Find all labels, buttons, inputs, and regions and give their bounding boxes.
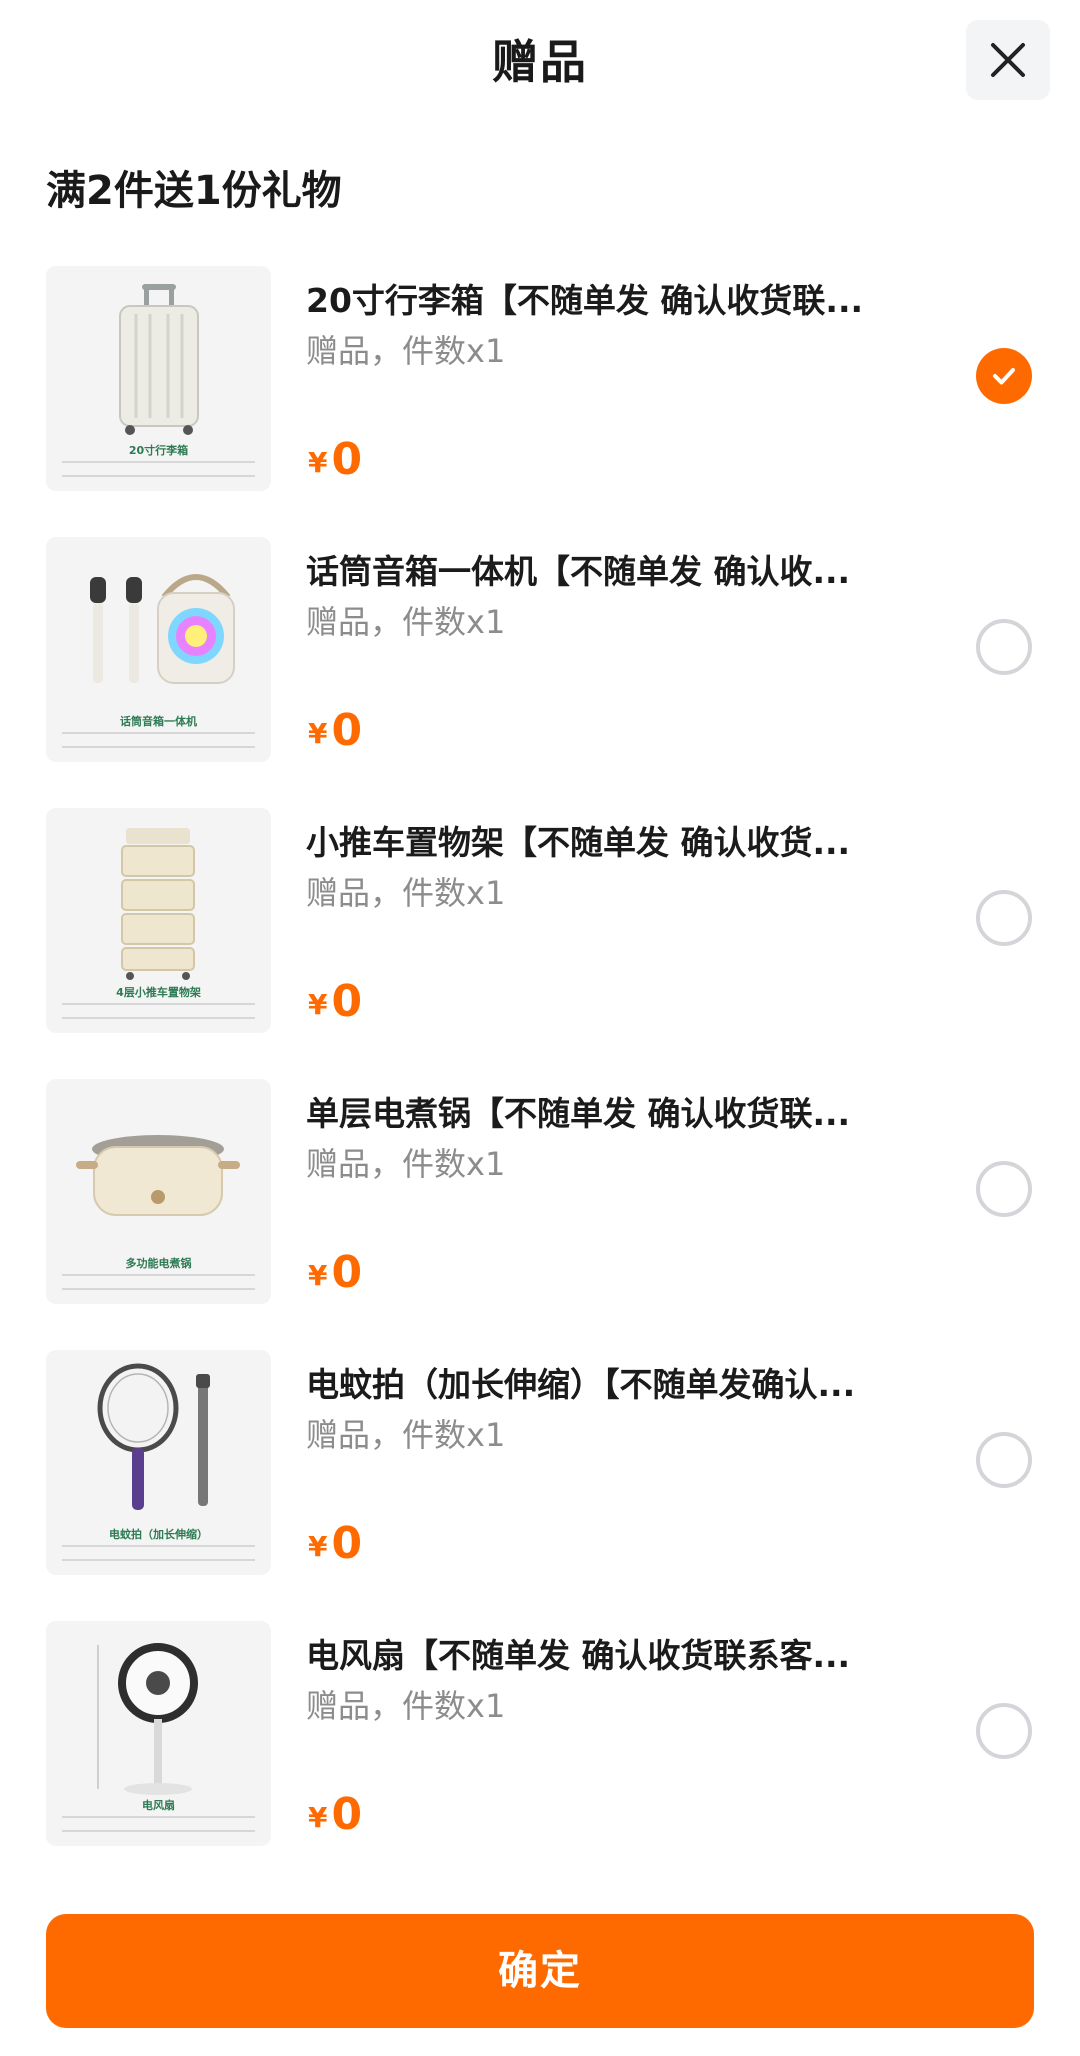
product-name: 单层电煮锅【不随单发 确认收货联...	[306, 1094, 851, 1133]
product-price: ¥0	[308, 1789, 362, 1840]
close-button[interactable]	[966, 20, 1050, 100]
thumbnail-caption: 电蚊拍（加长伸缩）	[109, 1528, 208, 1541]
page-title: 赠品	[492, 35, 588, 89]
gift-list: 20寸行李箱 20寸行李箱【不随单发 确认收货联... 赠品，件数x1 ¥0 话…	[0, 262, 1080, 1888]
thumbnail-caption: 4层小推车置物架	[116, 986, 201, 999]
product-meta: 赠品，件数x1	[306, 1687, 506, 1725]
product-price: ¥0	[308, 1518, 362, 1569]
currency-symbol: ¥	[308, 1801, 328, 1834]
product-meta: 赠品，件数x1	[306, 1416, 506, 1454]
price-value: 0	[331, 1789, 363, 1840]
currency-symbol: ¥	[308, 446, 328, 479]
product-thumbnail: 20寸行李箱	[46, 266, 271, 491]
currency-symbol: ¥	[308, 988, 328, 1021]
select-radio[interactable]	[976, 1703, 1032, 1759]
thumbnail-fine-print	[62, 1274, 255, 1290]
product-thumbnail: 多功能电煮锅	[46, 1079, 271, 1304]
thumbnail-fine-print	[62, 732, 255, 748]
checkmark-icon	[993, 368, 1015, 385]
thumbnail-fine-print	[62, 1545, 255, 1561]
product-meta: 赠品，件数x1	[306, 603, 506, 641]
close-icon	[991, 43, 1025, 77]
gift-item[interactable]: 电风扇 电风扇【不随单发 确认收货联系客... 赠品，件数x1 ¥0	[0, 1617, 1080, 1888]
gift-item[interactable]: 多功能电煮锅 单层电煮锅【不随单发 确认收货联... 赠品，件数x1 ¥0	[0, 1075, 1080, 1346]
confirm-button[interactable]: 确定	[46, 1914, 1034, 2028]
select-radio[interactable]	[976, 1432, 1032, 1488]
price-value: 0	[331, 1518, 363, 1569]
header: 赠品	[0, 0, 1080, 120]
product-price: ¥0	[308, 1247, 362, 1298]
gift-item[interactable]: 电蚊拍（加长伸缩） 电蚊拍（加长伸缩）【不随单发确认... 赠品，件数x1 ¥0	[0, 1346, 1080, 1617]
thumbnail-fine-print	[62, 1003, 255, 1019]
gift-item[interactable]: 20寸行李箱 20寸行李箱【不随单发 确认收货联... 赠品，件数x1 ¥0	[0, 262, 1080, 533]
product-name: 20寸行李箱【不随单发 确认收货联...	[306, 281, 864, 320]
product-price: ¥0	[308, 976, 362, 1027]
select-radio[interactable]	[976, 1161, 1032, 1217]
currency-symbol: ¥	[308, 1530, 328, 1563]
thumbnail-caption: 20寸行李箱	[128, 444, 189, 457]
product-thumbnail: 话筒音箱一体机	[46, 537, 271, 762]
product-price: ¥0	[308, 705, 362, 756]
product-meta: 赠品，件数x1	[306, 1145, 506, 1183]
product-thumbnail: 电蚊拍（加长伸缩）	[46, 1350, 271, 1575]
price-value: 0	[331, 434, 363, 485]
product-name: 小推车置物架【不随单发 确认收货...	[306, 823, 851, 862]
thumbnail-caption: 话筒音箱一体机	[120, 715, 197, 728]
product-name: 电蚊拍（加长伸缩）【不随单发确认...	[306, 1365, 856, 1404]
gift-item[interactable]: 4层小推车置物架 小推车置物架【不随单发 确认收货... 赠品，件数x1 ¥0	[0, 804, 1080, 1075]
price-value: 0	[331, 705, 363, 756]
gift-rule-text: 满2件送1份礼物	[46, 168, 342, 214]
thumbnail-fine-print	[62, 1816, 255, 1832]
product-price: ¥0	[308, 434, 362, 485]
currency-symbol: ¥	[308, 1259, 328, 1292]
product-name: 电风扇【不随单发 确认收货联系客...	[306, 1636, 851, 1675]
price-value: 0	[331, 1247, 363, 1298]
select-radio[interactable]	[976, 890, 1032, 946]
thumbnail-caption: 电风扇	[142, 1799, 175, 1812]
product-thumbnail: 4层小推车置物架	[46, 808, 271, 1033]
product-name: 话筒音箱一体机【不随单发 确认收...	[306, 552, 851, 591]
select-radio-checked[interactable]	[976, 348, 1032, 404]
product-meta: 赠品，件数x1	[306, 332, 506, 370]
product-thumbnail: 电风扇	[46, 1621, 271, 1846]
product-meta: 赠品，件数x1	[306, 874, 506, 912]
gift-item[interactable]: 话筒音箱一体机 话筒音箱一体机【不随单发 确认收... 赠品，件数x1 ¥0	[0, 533, 1080, 804]
currency-symbol: ¥	[308, 717, 328, 750]
thumbnail-fine-print	[62, 461, 255, 477]
select-radio[interactable]	[976, 619, 1032, 675]
thumbnail-caption: 多功能电煮锅	[125, 1257, 192, 1270]
price-value: 0	[331, 976, 363, 1027]
